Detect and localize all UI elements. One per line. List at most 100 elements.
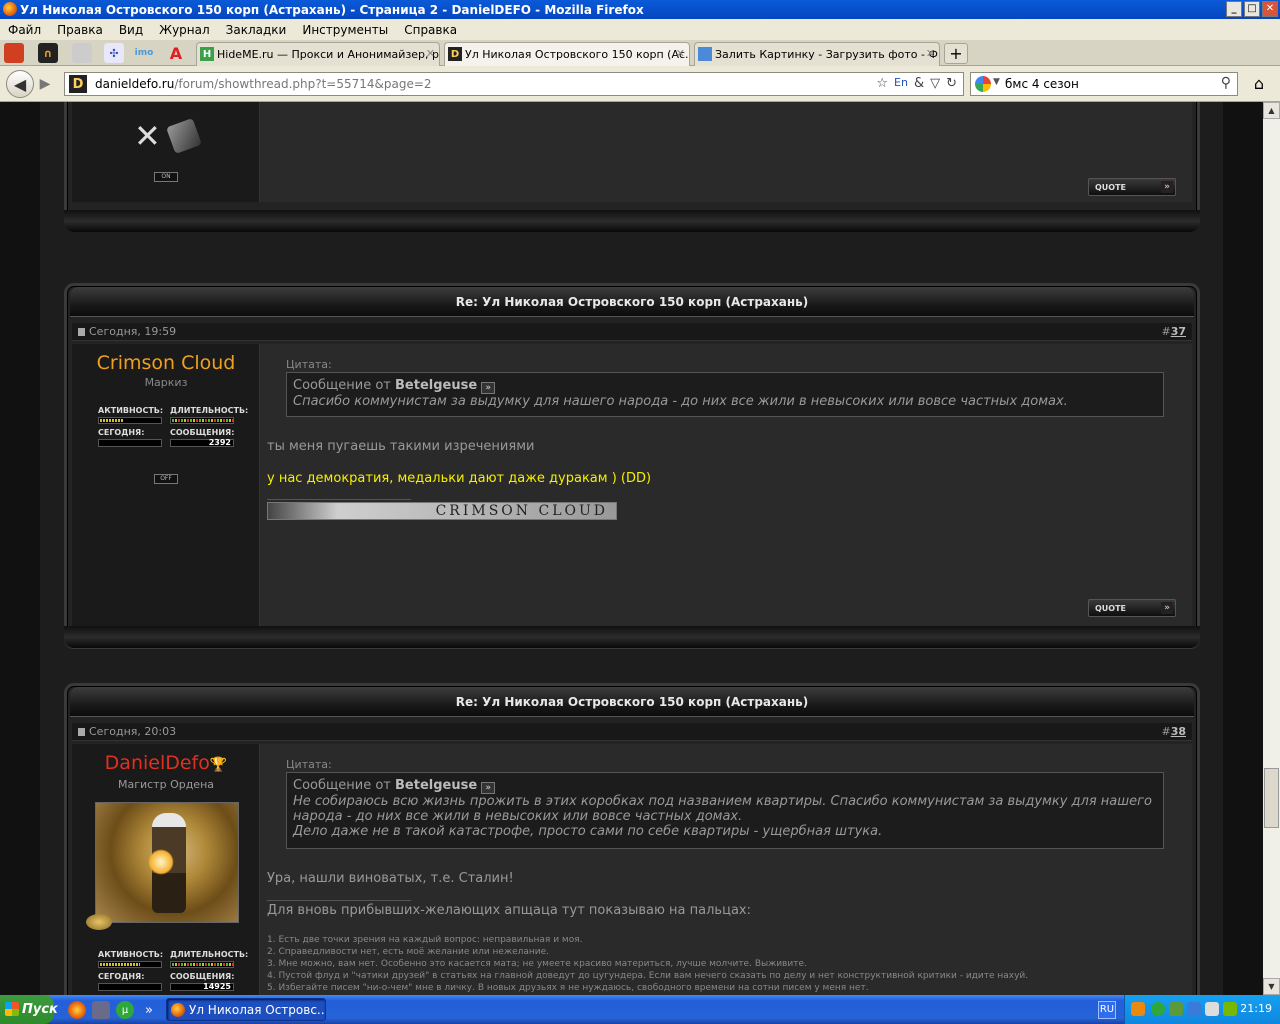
view-post-icon[interactable]: » bbox=[481, 782, 496, 794]
pinned-tab-imo-icon[interactable]: imo bbox=[134, 43, 154, 63]
rule-item: 3. Мне можно, вам нет. Особенно это каса… bbox=[267, 959, 807, 969]
vertical-scrollbar[interactable]: ▲ ▼ bbox=[1263, 102, 1280, 995]
clock: 21:19 bbox=[1240, 1002, 1272, 1015]
post-content: Цитата: Сообщение от Betelgeuse » Спасиб… bbox=[260, 344, 1192, 626]
post-content: QUOTE » bbox=[260, 102, 1192, 202]
username[interactable]: DanielDefo🏆 bbox=[72, 752, 260, 774]
signature-divider bbox=[267, 900, 411, 901]
signature-divider bbox=[267, 499, 411, 500]
double-arrow-icon: » bbox=[1161, 602, 1173, 614]
quote-text: Дело даже не в такой катастрофе, просто … bbox=[293, 824, 883, 839]
firefox-window: Ул Николая Островского 150 корп (Астраха… bbox=[0, 0, 1280, 1024]
search-icon[interactable]: ⚲ bbox=[1221, 75, 1231, 91]
menu-history[interactable]: Журнал bbox=[151, 23, 218, 37]
quote-text: Не собираюсь всю жизнь прожить в этих ко… bbox=[293, 794, 1152, 824]
search-engine-dropdown-icon[interactable]: ▼ bbox=[993, 77, 1000, 87]
scroll-up-icon[interactable]: ▲ bbox=[1263, 102, 1280, 119]
close-tab-icon[interactable]: ✕ bbox=[426, 47, 435, 60]
posts-count: 2392 bbox=[170, 439, 234, 447]
rule-item: 4. Пустой флуд и "чатики друзей" в стать… bbox=[267, 971, 1029, 981]
volume-tray-icon[interactable] bbox=[1205, 1002, 1219, 1016]
network-tray-icon[interactable] bbox=[1169, 1002, 1183, 1016]
user-rank: Маркиз bbox=[144, 376, 188, 389]
trophy-icon: 🏆 bbox=[209, 757, 228, 773]
menu-view[interactable]: Вид bbox=[111, 23, 151, 37]
post-meta-bar: Сегодня, 19:59 #37 bbox=[72, 323, 1192, 341]
ampersand-icon[interactable]: & bbox=[914, 76, 924, 91]
new-tab-button[interactable]: + bbox=[944, 43, 968, 64]
google-icon[interactable] bbox=[975, 76, 991, 92]
forward-button[interactable]: ▶ bbox=[35, 75, 55, 93]
username[interactable]: Crimson Cloud bbox=[72, 352, 260, 374]
scroll-down-icon[interactable]: ▼ bbox=[1263, 978, 1280, 995]
taskbar-firefox-window[interactable]: Ул Николая Островс... bbox=[166, 998, 326, 1021]
translate-icon[interactable]: En bbox=[894, 76, 908, 91]
firefox-launcher-icon[interactable] bbox=[68, 1001, 86, 1019]
user-rank: Магистр Ордена bbox=[117, 778, 215, 791]
post-text: ты меня пугаешь такими изречениями bbox=[267, 439, 535, 454]
today-count bbox=[98, 439, 162, 447]
nvidia-tray-icon[interactable] bbox=[1223, 1002, 1237, 1016]
rule-item: 5. Избегайте писем "ни-о-чем" мне в личк… bbox=[267, 983, 869, 993]
duration-meter bbox=[170, 417, 234, 424]
view-post-icon[interactable]: » bbox=[481, 382, 496, 394]
menu-help[interactable]: Справка bbox=[396, 23, 465, 37]
search-bar[interactable]: ▼ бмс 4 сезон ⚲ bbox=[970, 72, 1238, 96]
search-input[interactable]: бмс 4 сезон bbox=[1005, 77, 1079, 91]
back-button[interactable]: ◀ bbox=[6, 70, 34, 98]
firefox-icon bbox=[3, 2, 17, 16]
display-tray-icon[interactable] bbox=[1187, 1002, 1201, 1016]
pinned-tab-pepper-icon[interactable] bbox=[4, 43, 24, 63]
app-launcher-icon[interactable] bbox=[92, 1001, 110, 1019]
menu-tools[interactable]: Инструменты bbox=[294, 23, 396, 37]
menu-edit[interactable]: Правка bbox=[49, 23, 111, 37]
danieldefo-favicon-icon: D bbox=[448, 47, 462, 61]
crossed-swords-icon: ✕ bbox=[134, 117, 161, 155]
post-date: Сегодня, 19:59 bbox=[78, 325, 176, 338]
pinned-tab-headphones-icon[interactable]: ∩ bbox=[38, 43, 58, 63]
online-status-badge: ON bbox=[154, 172, 178, 182]
forward-arrow-icon: ▶ bbox=[39, 76, 51, 92]
today-count bbox=[98, 983, 162, 991]
url-bar[interactable]: D danieldefo.ru/forum/showthread.php?t=5… bbox=[64, 72, 964, 96]
scroll-thumb[interactable] bbox=[1264, 768, 1279, 828]
tab-upload-image[interactable]: Залить Картинку - Загрузить фото - Ф... … bbox=[694, 42, 940, 66]
quote-button[interactable]: QUOTE » bbox=[1088, 599, 1176, 617]
url-dropdown-icon[interactable]: ▽ bbox=[930, 76, 940, 91]
language-indicator[interactable]: RU bbox=[1098, 1001, 1116, 1019]
bookmark-star-icon[interactable]: ☆ bbox=[876, 76, 888, 91]
close-button[interactable]: ✕ bbox=[1262, 1, 1278, 17]
pinned-tab-cross-icon[interactable]: ✣ bbox=[104, 43, 124, 63]
home-button[interactable]: ⌂ bbox=[1248, 74, 1270, 94]
back-arrow-icon: ◀ bbox=[13, 74, 27, 94]
window-title: Ул Николая Островского 150 корп (Астраха… bbox=[20, 2, 644, 17]
post-number-link[interactable]: #37 bbox=[1161, 325, 1186, 338]
menu-bookmarks[interactable]: Закладки bbox=[218, 23, 295, 37]
pinned-tab-letter-a-icon[interactable]: A bbox=[166, 43, 186, 63]
tab-label: Залить Картинку - Загрузить фото - Ф... bbox=[715, 48, 940, 61]
menu-file[interactable]: Файл bbox=[0, 23, 49, 37]
post-title: Re: Ул Николая Островского 150 корп (Аст… bbox=[70, 287, 1194, 317]
page-viewport: ✕ ON QUOTE » Re: Ул Николая Островского … bbox=[0, 102, 1263, 995]
post-number-link[interactable]: #38 bbox=[1161, 725, 1186, 738]
phone-icon bbox=[166, 118, 202, 154]
pinned-tab-page-icon[interactable] bbox=[72, 43, 92, 63]
utorrent-tray-icon[interactable] bbox=[1151, 1002, 1165, 1016]
tab-forum-thread[interactable]: D Ул Николая Островского 150 корп (Ас...… bbox=[444, 42, 690, 66]
url-host: danieldefo.ru bbox=[95, 77, 175, 91]
close-tab-icon[interactable]: ✕ bbox=[676, 47, 685, 60]
tab-hideme[interactable]: H HideME.ru — Прокси и Анонимайзер, ра..… bbox=[196, 42, 440, 66]
minimize-button[interactable]: _ bbox=[1226, 1, 1242, 17]
start-button[interactable]: Пуск bbox=[0, 995, 58, 1024]
more-launchers-button[interactable]: » bbox=[140, 1001, 158, 1019]
tab-label: HideME.ru — Прокси и Анонимайзер, ра... bbox=[217, 48, 440, 61]
reload-icon[interactable]: ↻ bbox=[946, 76, 957, 91]
quote-button[interactable]: QUOTE » bbox=[1088, 178, 1176, 196]
maximize-button[interactable]: □ bbox=[1244, 1, 1260, 17]
close-tab-icon[interactable]: ✕ bbox=[926, 47, 935, 60]
utorrent-launcher-icon[interactable]: µ bbox=[116, 1001, 134, 1019]
media-player-tray-icon[interactable] bbox=[1131, 1002, 1145, 1016]
quote-text: Спасибо коммунистам за выдумку для нашег… bbox=[293, 394, 1068, 409]
post-meta-bar: Сегодня, 20:03 #38 bbox=[72, 723, 1192, 741]
post-date: Сегодня, 20:03 bbox=[78, 725, 176, 738]
